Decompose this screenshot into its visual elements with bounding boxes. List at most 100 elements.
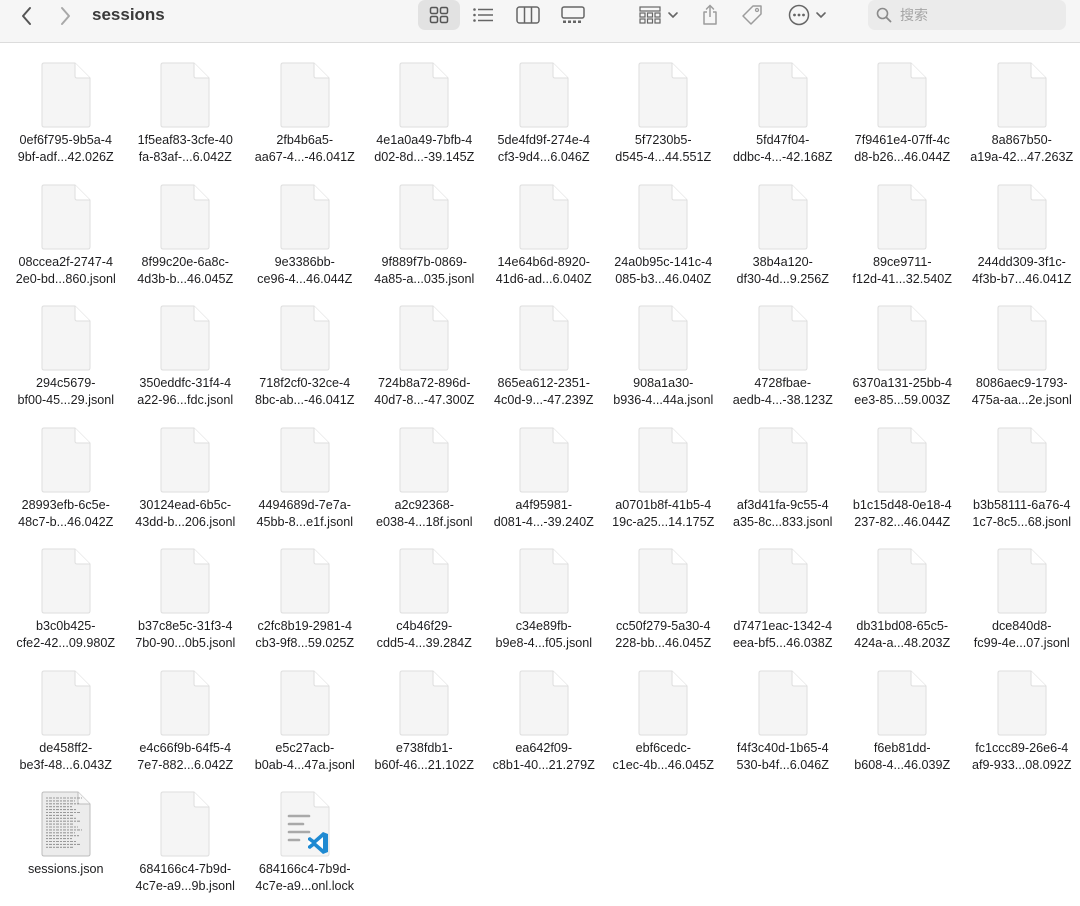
- file-item[interactable]: 718f2cf0-32ce-4 8bc-ab...-46.041Z: [245, 295, 365, 417]
- file-item[interactable]: 08ccea2f-2747-4 2e0-bd...860.jsonl: [6, 174, 126, 296]
- file-item[interactable]: 24a0b95c-141c-4 085-b3...46.040Z: [604, 174, 724, 296]
- file-item[interactable]: 5fd47f04- ddbc-4...-42.168Z: [723, 52, 843, 174]
- file-item[interactable]: 5f7230b5- d545-4...44.551Z: [604, 52, 724, 174]
- file-item[interactable]: b1c15d48-0e18-4 237-82...46.044Z: [843, 417, 963, 539]
- file-item[interactable]: 684166c4-7b9d- 4c7e-a9...onl.lock: [245, 781, 365, 903]
- file-item[interactable]: 724b8a72-896d- 40d7-8...-47.300Z: [365, 295, 485, 417]
- chevron-left-icon: [22, 7, 31, 25]
- file-item[interactable]: b3c0b425- cfe2-42...09.980Z: [6, 538, 126, 660]
- blank-document-icon: [279, 61, 331, 129]
- file-name-label: a2c92368- e038-4...18f.jsonl: [375, 497, 473, 529]
- file-item[interactable]: 4728fbae- aedb-4...-38.123Z: [723, 295, 843, 417]
- file-item[interactable]: dce840d8- fc99-4e...07.jsonl: [962, 538, 1080, 660]
- file-name-label: 684166c4-7b9d- 4c7e-a9...9b.jsonl: [135, 862, 235, 893]
- blank-document-icon: [159, 426, 211, 494]
- file-item[interactable]: c2fc8b19-2981-4 cb3-9f8...59.025Z: [245, 538, 365, 660]
- file-item[interactable]: 8f99c20e-6a8c- 4d3b-b...46.045Z: [126, 174, 246, 296]
- group-icon: [639, 6, 661, 24]
- file-name-label: e738fdb1- b60f-46...21.102Z: [374, 740, 474, 772]
- list-view-button[interactable]: [472, 5, 494, 25]
- file-item[interactable]: c34e89fb- b9e8-4...f05.jsonl: [484, 538, 604, 660]
- file-item[interactable]: 9e3386bb- ce96-4...46.044Z: [245, 174, 365, 296]
- file-name-label: 30124ead-6b5c- 43dd-b...206.jsonl: [135, 497, 236, 529]
- file-name-label: 5f7230b5- d545-4...44.551Z: [615, 133, 712, 164]
- file-item[interactable]: 2fb4b6a5- aa67-4...-46.041Z: [245, 52, 365, 174]
- file-item[interactable]: 4494689d-7e7a- 45bb-8...e1f.jsonl: [245, 417, 365, 539]
- more-actions-button[interactable]: [786, 4, 828, 26]
- file-item[interactable]: ebf6cedc- c1ec-4b...46.045Z: [604, 660, 724, 782]
- search-field[interactable]: [868, 0, 1066, 30]
- file-item[interactable]: d7471eac-1342-4 eea-bf5...46.038Z: [723, 538, 843, 660]
- file-name-label: a0701b8f-41b5-4 19c-a25...14.175Z: [612, 497, 715, 529]
- file-item[interactable]: 0ef6f795-9b5a-4 9bf-adf...42.026Z: [6, 52, 126, 174]
- file-item[interactable]: b37c8e5c-31f3-4 7b0-90...0b5.jsonl: [126, 538, 246, 660]
- file-item[interactable]: af3d41fa-9c55-4 a35-8c...833.jsonl: [723, 417, 843, 539]
- file-item[interactable]: e738fdb1- b60f-46...21.102Z: [365, 660, 485, 782]
- blank-document-icon: [637, 547, 689, 615]
- file-item[interactable]: 8a867b50- a19a-42...47.263Z: [962, 52, 1080, 174]
- chevron-right-icon: [61, 7, 70, 25]
- file-item[interactable]: a2c92368- e038-4...18f.jsonl: [365, 417, 485, 539]
- blank-document-icon: [40, 61, 92, 129]
- file-item[interactable]: 89ce9711- f12d-41...32.540Z: [843, 174, 963, 296]
- file-item[interactable]: 350eddfc-31f4-4 a22-96...fdc.jsonl: [126, 295, 246, 417]
- group-by-button[interactable]: [638, 5, 680, 25]
- file-name-label: 89ce9711- f12d-41...32.540Z: [852, 254, 952, 286]
- file-item[interactable]: fc1ccc89-26e6-4 af9-933...08.092Z: [962, 660, 1080, 782]
- file-item[interactable]: cc50f279-5a30-4 228-bb...46.045Z: [604, 538, 724, 660]
- tag-button[interactable]: [740, 4, 764, 26]
- gallery-view-icon: [561, 6, 585, 23]
- share-button[interactable]: [700, 3, 720, 27]
- file-item[interactable]: db31bd08-65c5- 424a-a...48.203Z: [843, 538, 963, 660]
- file-item[interactable]: c4b46f29- cdd5-4...39.284Z: [365, 538, 485, 660]
- file-item[interactable]: 7f9461e4-07ff-4c d8-b26...46.044Z: [843, 52, 963, 174]
- file-item[interactable]: a0701b8f-41b5-4 19c-a25...14.175Z: [604, 417, 724, 539]
- file-item[interactable]: 9f889f7b-0869- 4a85-a...035.jsonl: [365, 174, 485, 296]
- file-item[interactable]: 294c5679- bf00-45...29.jsonl: [6, 295, 126, 417]
- file-item[interactable]: 1f5eaf83-3cfe-40 fa-83af-...6.042Z: [126, 52, 246, 174]
- blank-document-icon: [279, 669, 331, 737]
- file-item[interactable]: f4f3c40d-1b65-4 530-b4f...6.046Z: [723, 660, 843, 782]
- file-item[interactable]: 865ea612-2351- 4c0d-9...-47.239Z: [484, 295, 604, 417]
- file-item[interactable]: e4c66f9b-64f5-4 7e7-882...6.042Z: [126, 660, 246, 782]
- gallery-view-button[interactable]: [560, 5, 586, 25]
- file-item[interactable]: 8086aec9-1793- 475a-aa...2e.jsonl: [962, 295, 1080, 417]
- file-item[interactable]: 908a1a30- b936-4...44a.jsonl: [604, 295, 724, 417]
- file-item[interactable]: a4f95981- d081-4...-39.240Z: [484, 417, 604, 539]
- blank-document-icon: [876, 669, 928, 737]
- file-item[interactable]: 28993efb-6c5e- 48c7-b...46.042Z: [6, 417, 126, 539]
- file-item[interactable]: 4e1a0a49-7bfb-4 d02-8d...-39.145Z: [365, 52, 485, 174]
- column-view-button[interactable]: [516, 5, 540, 25]
- file-item[interactable]: 6370a131-25bb-4 ee3-85...59.003Z: [843, 295, 963, 417]
- chevron-down-icon: [815, 12, 826, 19]
- blank-document-icon: [637, 669, 689, 737]
- file-name-label: 8086aec9-1793- 475a-aa...2e.jsonl: [971, 376, 1072, 407]
- file-name-label: fc1ccc89-26e6-4 af9-933...08.092Z: [972, 740, 1072, 772]
- back-button[interactable]: [14, 4, 40, 28]
- blank-document-icon: [996, 183, 1048, 251]
- file-item[interactable]: 5de4fd9f-274e-4 cf3-9d4...6.046Z: [484, 52, 604, 174]
- file-name-label: 28993efb-6c5e- 48c7-b...46.042Z: [18, 497, 114, 529]
- file-name-label: 14e64b6d-8920- 41d6-ad...6.040Z: [495, 254, 592, 286]
- file-name-label: d7471eac-1342-4 eea-bf5...46.038Z: [733, 619, 833, 650]
- blank-document-icon: [159, 183, 211, 251]
- file-name-label: c2fc8b19-2981-4 cb3-9f8...59.025Z: [255, 619, 355, 650]
- file-item[interactable]: 38b4a120- df30-4d...9.256Z: [723, 174, 843, 296]
- file-item[interactable]: 14e64b6d-8920- 41d6-ad...6.040Z: [484, 174, 604, 296]
- file-item[interactable]: de458ff2- be3f-48...6.043Z: [6, 660, 126, 782]
- file-item[interactable]: f6eb81dd- b608-4...46.039Z: [843, 660, 963, 782]
- file-item[interactable]: 244dd309-3f1c- 4f3b-b7...46.041Z: [962, 174, 1080, 296]
- file-item[interactable]: ea642f09- c8b1-40...21.279Z: [484, 660, 604, 782]
- blank-document-icon: [398, 183, 450, 251]
- forward-button[interactable]: [52, 4, 78, 28]
- file-item[interactable]: 684166c4-7b9d- 4c7e-a9...9b.jsonl: [126, 781, 246, 903]
- file-item[interactable]: b3b58111-6a76-4 1c7-8c5...68.jsonl: [962, 417, 1080, 539]
- file-name-label: 718f2cf0-32ce-4 8bc-ab...-46.041Z: [255, 376, 355, 407]
- file-item[interactable]: 30124ead-6b5c- 43dd-b...206.jsonl: [126, 417, 246, 539]
- file-item[interactable]: e5c27acb- b0ab-4...47a.jsonl: [245, 660, 365, 782]
- blank-document-icon: [637, 183, 689, 251]
- file-name-label: 294c5679- bf00-45...29.jsonl: [17, 376, 115, 407]
- icon-view-button[interactable]: [428, 5, 450, 25]
- search-input[interactable]: [898, 6, 1052, 24]
- file-item[interactable]: sessions.json: [6, 781, 126, 903]
